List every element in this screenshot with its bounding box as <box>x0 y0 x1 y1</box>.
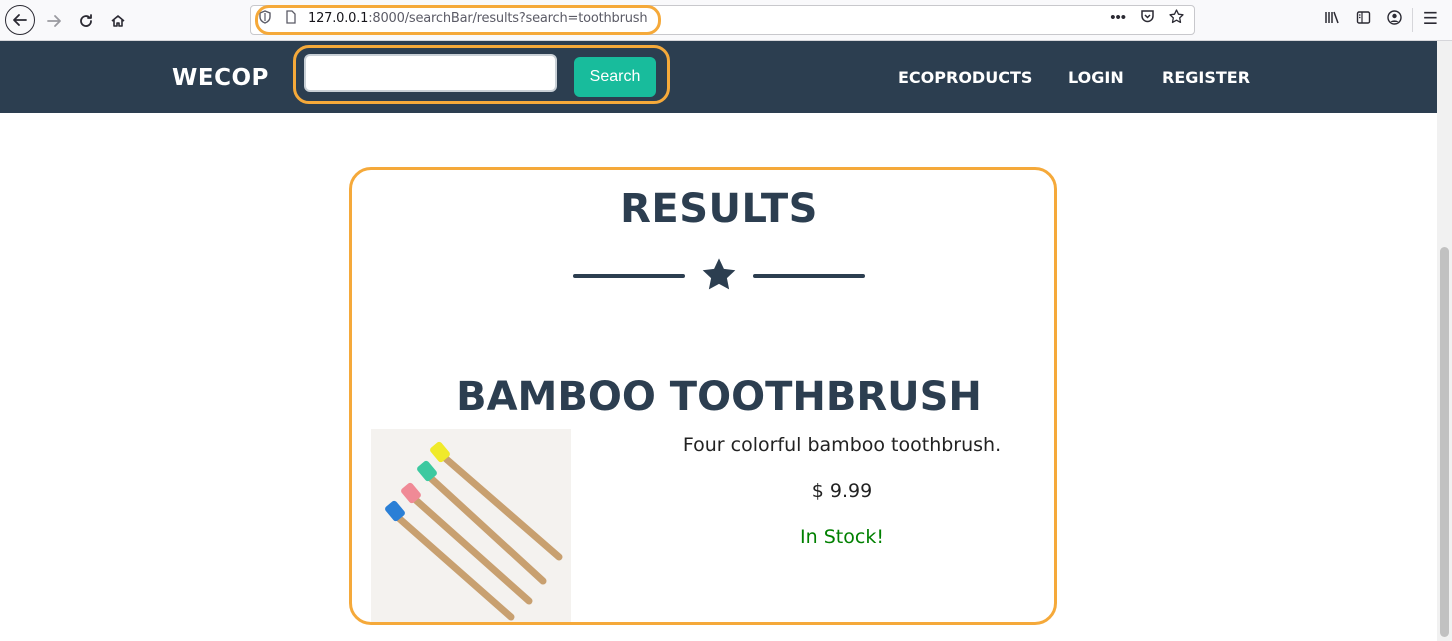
forward-arrow-icon[interactable] <box>40 7 68 35</box>
library-icon[interactable] <box>1324 10 1340 29</box>
results-title: RESULTS <box>620 186 818 232</box>
product-price: $ 9.99 <box>811 480 873 502</box>
divider-line-left <box>573 274 685 278</box>
nav-link-register[interactable]: REGISTER <box>1162 68 1250 87</box>
toolbar-right <box>1324 10 1402 29</box>
star-icon <box>702 258 736 290</box>
nav-link-ecoproducts[interactable]: ECOPRODUCTS <box>898 68 1032 87</box>
divider-line-right <box>753 274 865 278</box>
hamburger-menu-icon[interactable]: ☰ <box>1423 9 1438 29</box>
search-button[interactable]: Search <box>574 57 656 97</box>
reload-icon[interactable] <box>72 7 100 35</box>
url-actions: ••• <box>1110 9 1184 28</box>
shield-icon[interactable] <box>259 10 271 27</box>
url-path: :8000/searchBar/results?search=toothbrus… <box>368 11 648 26</box>
site-brand[interactable]: WECOP <box>172 65 269 91</box>
back-arrow-icon[interactable] <box>5 5 35 35</box>
pocket-icon[interactable] <box>1140 9 1155 28</box>
home-icon[interactable] <box>104 7 132 35</box>
product-image[interactable] <box>371 429 571 622</box>
search-input[interactable] <box>304 54 557 92</box>
product-description: Four colorful bamboo toothbrush. <box>682 434 1002 456</box>
site-navbar: WECOP Search ECOPRODUCTS LOGIN REGISTER <box>0 41 1437 113</box>
account-icon[interactable] <box>1387 10 1402 29</box>
product-title[interactable]: BAMBOO TOOTHBRUSH <box>349 374 1089 420</box>
url-text[interactable]: 127.0.0.1:8000/searchBar/results?search=… <box>308 11 648 26</box>
nav-link-login[interactable]: LOGIN <box>1068 68 1124 87</box>
bookmark-star-icon[interactable] <box>1169 9 1184 28</box>
url-host: 127.0.0.1 <box>308 11 369 26</box>
product-stock-status: In Stock! <box>800 526 884 548</box>
toolbar-separator <box>1412 8 1413 32</box>
page-scrollbar[interactable] <box>1437 41 1452 641</box>
sidebar-icon[interactable] <box>1356 10 1371 29</box>
page-icon <box>285 10 297 27</box>
scroll-thumb[interactable] <box>1440 247 1449 637</box>
more-actions-icon[interactable]: ••• <box>1110 9 1126 28</box>
browser-toolbar: 127.0.0.1:8000/searchBar/results?search=… <box>0 0 1452 41</box>
toothbrush-image <box>371 429 571 622</box>
